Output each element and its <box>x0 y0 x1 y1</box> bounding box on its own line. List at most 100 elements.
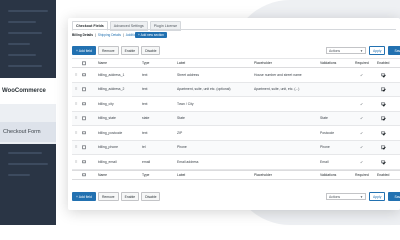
field-name: billing_email <box>98 159 117 164</box>
column-header-name: Name <box>98 61 108 65</box>
field-name: billing_address_2 <box>98 87 125 92</box>
apply-button[interactable]: Apply <box>369 192 386 201</box>
column-header-enabled: Enabled <box>377 172 390 177</box>
add-field-button[interactable]: + Add field <box>72 192 96 201</box>
select-all-checkbox[interactable] <box>82 61 86 65</box>
enable-button[interactable]: Enable <box>120 46 140 55</box>
sidebar-line <box>8 54 36 56</box>
sidebar-line <box>8 174 30 176</box>
field-label: State <box>177 116 185 121</box>
column-header-required: Required <box>355 172 369 177</box>
drag-handle-icon[interactable]: ⠿ <box>75 116 78 120</box>
select-all-checkbox[interactable] <box>82 172 86 177</box>
sidebar-item-checkout-form[interactable]: Checkout Form <box>0 122 56 142</box>
sidebar-line <box>8 32 42 34</box>
column-header-validations: Validations <box>320 61 337 65</box>
enabled-checkbox[interactable] <box>381 160 385 164</box>
disable-button[interactable]: Disable <box>141 46 161 55</box>
enabled-checkbox[interactable] <box>381 87 385 91</box>
enabled-checkbox[interactable] <box>381 73 385 77</box>
remove-button[interactable]: Remove <box>97 46 119 55</box>
required-check-icon: ✓ <box>360 101 364 107</box>
column-header-name: Name <box>98 172 108 177</box>
add-field-button[interactable]: + Add field <box>72 46 96 55</box>
table-row[interactable]: ⠿ billing_email email Email address Emai… <box>72 155 400 170</box>
table-row[interactable]: ⠿ billing_state state State State ✓ <box>72 111 400 126</box>
enabled-checkbox[interactable] <box>381 131 385 135</box>
section-shipping[interactable]: Shipping Details <box>98 33 121 37</box>
column-header-required: Required <box>355 61 369 65</box>
drag-handle-icon[interactable]: ⠿ <box>75 160 78 164</box>
drag-handle-icon[interactable]: ⠿ <box>75 102 78 106</box>
column-header-placeholder: Placeholder <box>254 61 272 65</box>
chevron-down-icon: ▼ <box>360 194 363 199</box>
table-row[interactable]: ⠿ billing_phone tel Phone Phone ✓ <box>72 140 400 155</box>
drag-handle-icon[interactable]: ⠿ <box>75 73 78 77</box>
drag-handle-icon[interactable]: ⠿ <box>75 87 78 91</box>
save-button[interactable]: Save <box>388 46 400 55</box>
row-checkbox[interactable] <box>82 116 86 120</box>
select-value: Actions <box>329 48 341 53</box>
field-name: billing_postcode <box>98 130 123 135</box>
field-validations: Phone <box>320 145 330 150</box>
sidebar-line <box>8 152 42 154</box>
enabled-checkbox[interactable] <box>381 102 385 106</box>
field-label: Apartment, suite, unit etc. (optional) <box>177 87 231 92</box>
table-row[interactable]: ⠿ billing_address_2 text Apartment, suit… <box>72 82 400 97</box>
bulk-actions-select[interactable]: Actions ▼ <box>326 193 366 200</box>
field-label: Town / City <box>177 101 194 106</box>
drag-handle-icon[interactable]: ⠿ <box>75 131 78 135</box>
sidebar-line <box>8 65 42 67</box>
sidebar-item-woocommerce[interactable]: WooCommerce <box>0 78 56 104</box>
row-checkbox[interactable] <box>82 160 86 164</box>
table-row[interactable]: ⠿ billing_address_1 text Street address … <box>72 68 400 83</box>
field-label: Street address <box>177 72 200 77</box>
tab-divider <box>72 29 396 30</box>
remove-button[interactable]: Remove <box>97 192 119 201</box>
field-name: billing_phone <box>98 145 118 150</box>
row-checkbox[interactable] <box>82 73 86 77</box>
disable-button[interactable]: Disable <box>141 192 161 201</box>
column-header-label: Label <box>177 172 186 177</box>
field-validations: Postcode <box>320 130 335 135</box>
field-label: Email address <box>177 159 199 164</box>
field-label: Phone <box>177 145 187 150</box>
bulk-actions-select[interactable]: Actions ▼ <box>326 47 366 54</box>
enable-button[interactable]: Enable <box>120 192 140 201</box>
row-checkbox[interactable] <box>82 145 86 149</box>
sidebar-item-label: WooCommerce <box>2 88 46 94</box>
column-header-type: Type <box>142 172 150 177</box>
sidebar-item-label: Checkout Form <box>3 129 41 135</box>
sidebar-line <box>8 10 48 12</box>
field-validations: Email <box>320 159 329 164</box>
field-type: text <box>142 101 148 106</box>
required-check-icon: ✓ <box>360 130 364 136</box>
top-toolbar: + Add field Remove Enable Disable <box>72 46 161 55</box>
field-type: text <box>142 87 148 92</box>
column-header-type: Type <box>142 61 150 65</box>
separator: | <box>122 33 124 37</box>
enabled-checkbox[interactable] <box>381 116 385 120</box>
separator: | <box>95 33 96 37</box>
required-check-icon: ✓ <box>360 159 364 165</box>
enabled-checkbox[interactable] <box>381 145 385 149</box>
select-value: Actions <box>329 194 341 199</box>
column-header-placeholder: Placeholder <box>254 172 272 177</box>
chevron-down-icon: ▼ <box>360 48 363 53</box>
section-billing[interactable]: Billing Details <box>72 33 93 37</box>
table-row[interactable]: ⠿ billing_city text Town / City ✓ <box>72 97 400 112</box>
bottom-actions: Actions ▼ Apply Save <box>326 192 400 201</box>
table-row[interactable]: ⠿ billing_postcode text ZIP Postcode ✓ <box>72 126 400 141</box>
row-checkbox[interactable] <box>82 87 86 91</box>
field-name: billing_city <box>98 101 114 106</box>
field-name: billing_state <box>98 116 116 121</box>
drag-handle-icon[interactable]: ⠿ <box>75 145 78 149</box>
required-check-icon: ✓ <box>360 72 364 78</box>
add-section-button[interactable]: + Add new section <box>135 32 167 38</box>
save-button[interactable]: Save <box>388 192 400 201</box>
column-header-validations: Validations <box>320 172 337 177</box>
apply-button[interactable]: Apply <box>369 46 386 55</box>
row-checkbox[interactable] <box>82 102 86 106</box>
sidebar-line <box>8 163 48 165</box>
row-checkbox[interactable] <box>82 131 86 135</box>
